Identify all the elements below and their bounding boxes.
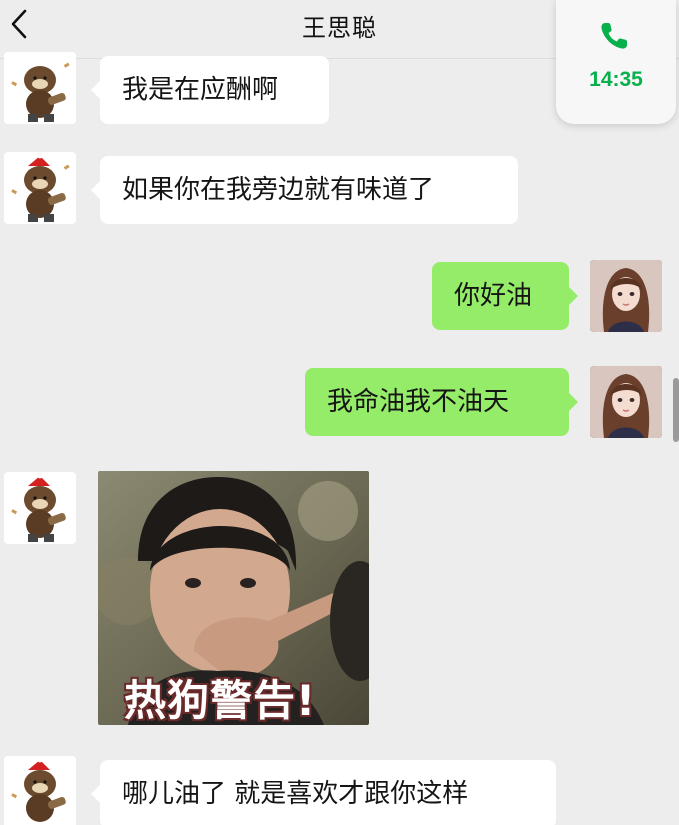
scroll-indicator[interactable]	[673, 378, 679, 442]
chat-screen: 王思聪 14:35 我是在应酬啊 如果你在我旁边就有味道了 你好油 我命油我不油…	[0, 0, 679, 825]
avatar[interactable]	[590, 260, 662, 332]
bear-sticker-avatar	[4, 756, 76, 825]
avatar[interactable]	[4, 52, 76, 124]
avatar[interactable]	[4, 756, 76, 825]
message-text: 你好油	[454, 281, 533, 311]
avatar[interactable]	[4, 152, 76, 224]
girl-illustration-avatar	[590, 366, 662, 438]
message-bubble[interactable]: 哪儿油了 就是喜欢才跟你这样	[91, 760, 556, 825]
message-bubble[interactable]: 我命油我不油天	[305, 368, 578, 436]
phone-icon[interactable]	[596, 18, 632, 54]
message-bubble[interactable]: 如果你在我旁边就有味道了	[91, 156, 518, 224]
meme-image-message[interactable]: 热狗警告!	[98, 471, 369, 725]
meme-caption: 热狗警告!	[124, 676, 317, 725]
call-floating-widget[interactable]: 14:35	[556, 0, 676, 124]
bear-sticker-avatar	[4, 472, 76, 544]
message-bubble[interactable]: 我是在应酬啊	[91, 56, 329, 124]
call-duration: 14:35	[589, 68, 643, 91]
message-bubble[interactable]: 你好油	[432, 262, 578, 330]
girl-illustration-avatar	[590, 260, 662, 332]
bear-sticker-avatar	[4, 52, 76, 124]
avatar[interactable]	[4, 472, 76, 544]
message-text: 我命油我不油天	[327, 387, 510, 417]
avatar[interactable]	[590, 366, 662, 438]
message-text: 如果你在我旁边就有味道了	[122, 175, 435, 205]
bear-sticker-avatar	[4, 152, 76, 224]
message-text: 哪儿油了 就是喜欢才跟你这样	[122, 779, 469, 809]
message-text: 我是在应酬啊	[122, 75, 279, 105]
